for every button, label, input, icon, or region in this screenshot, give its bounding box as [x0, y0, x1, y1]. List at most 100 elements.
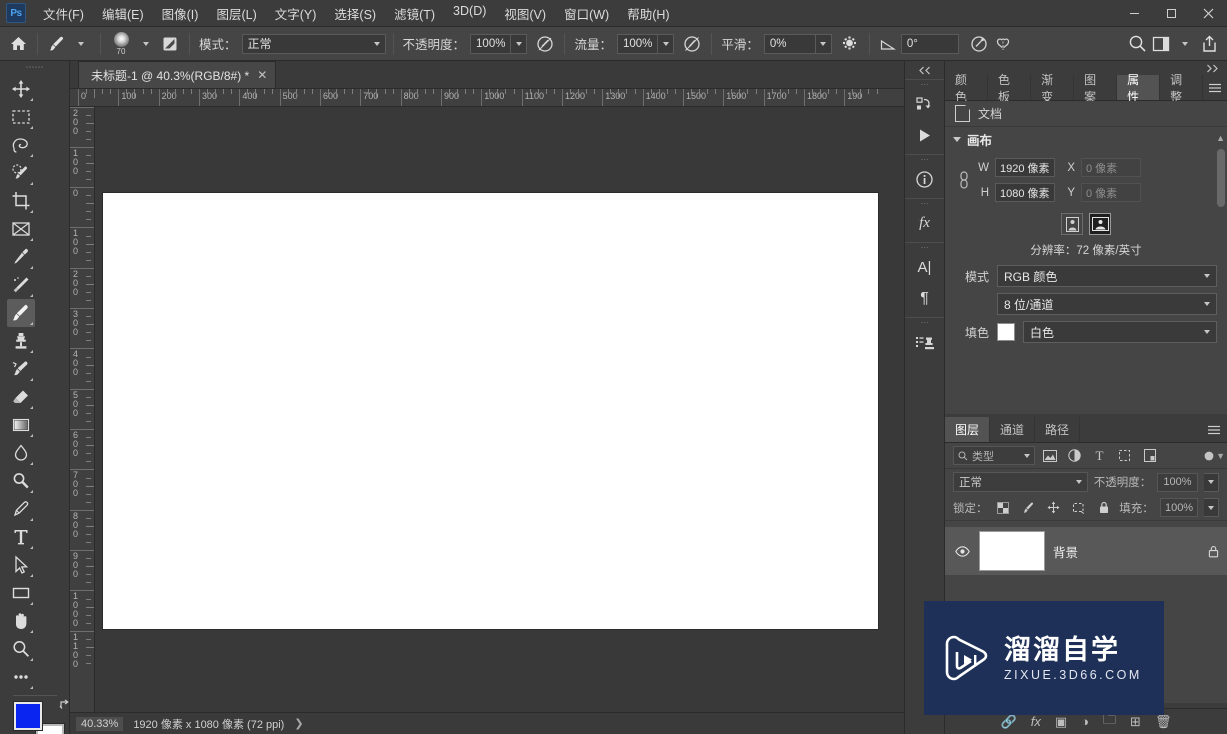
tab-properties-1[interactable]: 色板 — [988, 73, 1032, 104]
tab-properties-2[interactable]: 渐变 — [1031, 73, 1075, 104]
gear-icon[interactable] — [838, 32, 862, 56]
flow-input[interactable]: 100% — [616, 33, 659, 54]
tab-properties-5[interactable]: 调整 — [1160, 73, 1204, 104]
delete-layer-icon[interactable]: 🗑 — [1155, 714, 1172, 730]
document-tab[interactable]: 未标题-1 @ 40.3%(RGB/8#) * ✕ — [78, 61, 277, 88]
layer-blend-mode-select[interactable]: 正常 — [953, 472, 1088, 492]
brush-angle-input[interactable]: 0° — [900, 33, 959, 54]
color-mode-select[interactable]: RGB 颜色 — [997, 265, 1217, 287]
minimize-button[interactable] — [1116, 0, 1153, 27]
canvas-width-input[interactable]: 1920 像素 — [995, 158, 1055, 177]
lock-position-icon[interactable] — [1044, 498, 1063, 518]
move-tool[interactable] — [7, 75, 35, 103]
lock-transparent-icon[interactable] — [994, 498, 1013, 518]
character-panel-icon[interactable]: A| — [908, 252, 941, 283]
smoothing-input[interactable]: 0% — [763, 33, 816, 54]
pressure-size-icon[interactable] — [967, 32, 991, 56]
bit-depth-select[interactable]: 8 位/通道 — [997, 293, 1217, 315]
path-selection-tool[interactable] — [7, 551, 35, 579]
info-icon[interactable] — [908, 164, 941, 195]
layer-fill-chevron-icon[interactable] — [1204, 498, 1219, 517]
layer-styles-fx-icon[interactable]: fx — [908, 208, 941, 239]
menu-item-8[interactable]: 视图(V) — [495, 0, 555, 27]
brush-tip-preview[interactable]: 70 — [108, 31, 134, 57]
menu-item-5[interactable]: 选择(S) — [325, 0, 385, 27]
blend-mode-select[interactable]: 正常 — [241, 33, 386, 54]
opacity-input[interactable]: 100% — [470, 33, 512, 54]
toolbar-grip[interactable]: ⋯⋯ — [0, 61, 69, 73]
eraser-tool[interactable] — [7, 383, 35, 411]
hand-tool[interactable] — [7, 607, 35, 635]
spot-healing-brush-tool[interactable] — [7, 271, 35, 299]
brush-tip-chevron-icon[interactable] — [134, 32, 158, 56]
gradient-tool[interactable] — [7, 411, 35, 439]
foreground-color-swatch[interactable] — [14, 702, 42, 730]
tab-properties-3[interactable]: 图案 — [1074, 73, 1118, 104]
pen-tool[interactable] — [7, 495, 35, 523]
rectangular-marquee-tool[interactable] — [7, 103, 35, 131]
fill-color-select[interactable]: 白色 — [1023, 321, 1217, 343]
brush-tool[interactable] — [7, 299, 35, 327]
new-layer-icon[interactable]: ⊞ — [1130, 714, 1141, 730]
brush-tool-preset-icon[interactable] — [45, 32, 69, 56]
menu-item-4[interactable]: 文字(Y) — [266, 0, 326, 27]
history-brush-tool[interactable] — [7, 355, 35, 383]
filter-type-icon[interactable]: T — [1089, 446, 1110, 466]
rail-grip[interactable]: ⋯ — [905, 80, 944, 89]
menu-item-7[interactable]: 3D(D) — [444, 0, 495, 27]
dodge-tool[interactable] — [7, 467, 35, 495]
close-icon[interactable]: ✕ — [257, 68, 267, 82]
actions-play-icon[interactable] — [908, 120, 941, 151]
layer-opacity-input[interactable]: 100% — [1157, 472, 1198, 492]
airbrush-icon[interactable] — [680, 32, 704, 56]
filter-pixel-icon[interactable] — [1039, 446, 1060, 466]
history-icon[interactable] — [908, 89, 941, 120]
zoom-level[interactable]: 40.33% — [76, 716, 124, 731]
rectangle-tool[interactable] — [7, 579, 35, 607]
angle-icon[interactable] — [877, 32, 901, 56]
scroll-down-icon[interactable]: ▼ — [1216, 451, 1225, 461]
menu-item-2[interactable]: 图像(I) — [153, 0, 208, 27]
tab-layers-1[interactable]: 通道 — [990, 417, 1036, 442]
adjustment-layer-icon[interactable]: ◑ — [1081, 714, 1089, 729]
orientation-portrait-icon[interactable] — [1061, 213, 1083, 235]
filter-adjustment-icon[interactable] — [1064, 446, 1085, 466]
filter-smart-object-icon[interactable] — [1139, 446, 1160, 466]
symmetry-butterfly-icon[interactable] — [991, 32, 1015, 56]
layer-row[interactable]: 背景 — [945, 527, 1227, 575]
menu-item-3[interactable]: 图层(L) — [207, 0, 265, 27]
zoom-tool[interactable] — [7, 635, 35, 663]
collapse-panels-icon[interactable] — [905, 61, 944, 79]
layer-opacity-chevron-icon[interactable] — [1203, 472, 1219, 492]
rail-grip[interactable]: ⋯ — [905, 199, 944, 208]
status-expand-icon[interactable]: ❯ — [294, 717, 303, 730]
pressure-opacity-icon[interactable] — [533, 32, 557, 56]
canvas-height-input[interactable]: 1080 像素 — [995, 183, 1055, 202]
canvas-x-input[interactable]: 0 像素 — [1081, 158, 1141, 177]
canvas-section-header[interactable]: 画布 — [945, 127, 1227, 151]
lock-image-icon[interactable] — [1019, 498, 1038, 518]
fill-color-chip[interactable] — [997, 323, 1015, 341]
properties-panel-menu-icon[interactable] — [1203, 75, 1227, 100]
layer-style-fx-icon[interactable]: fx — [1031, 714, 1041, 729]
menu-item-0[interactable]: 文件(F) — [34, 0, 93, 27]
blur-tool[interactable] — [7, 439, 35, 467]
scrollbar-thumb[interactable] — [1217, 149, 1225, 207]
horizontal-ruler[interactable]: 0 100 200 300 400 500 600 700 800 900 1000 1100 1200… — [70, 89, 904, 107]
menu-item-6[interactable]: 滤镜(T) — [385, 0, 444, 27]
type-tool[interactable] — [7, 523, 35, 551]
lock-all-icon[interactable] — [1094, 498, 1113, 518]
tab-properties-0[interactable]: 颜色 — [945, 73, 989, 104]
brush-settings-icon[interactable] — [158, 32, 182, 56]
layer-filter-select[interactable]: 类型 — [953, 446, 1035, 465]
layer-mask-icon[interactable]: ▣ — [1055, 714, 1067, 730]
crop-tool[interactable] — [7, 187, 35, 215]
lasso-tool[interactable] — [7, 131, 35, 159]
workspace-icon[interactable] — [1149, 32, 1173, 56]
search-icon[interactable] — [1125, 32, 1149, 56]
layer-visibility-icon[interactable] — [953, 545, 971, 557]
eyedropper-tool[interactable] — [7, 243, 35, 271]
quick-selection-tool[interactable] — [7, 159, 35, 187]
workspace-chevron-icon[interactable] — [1173, 32, 1197, 56]
clone-source-icon[interactable] — [908, 327, 941, 358]
